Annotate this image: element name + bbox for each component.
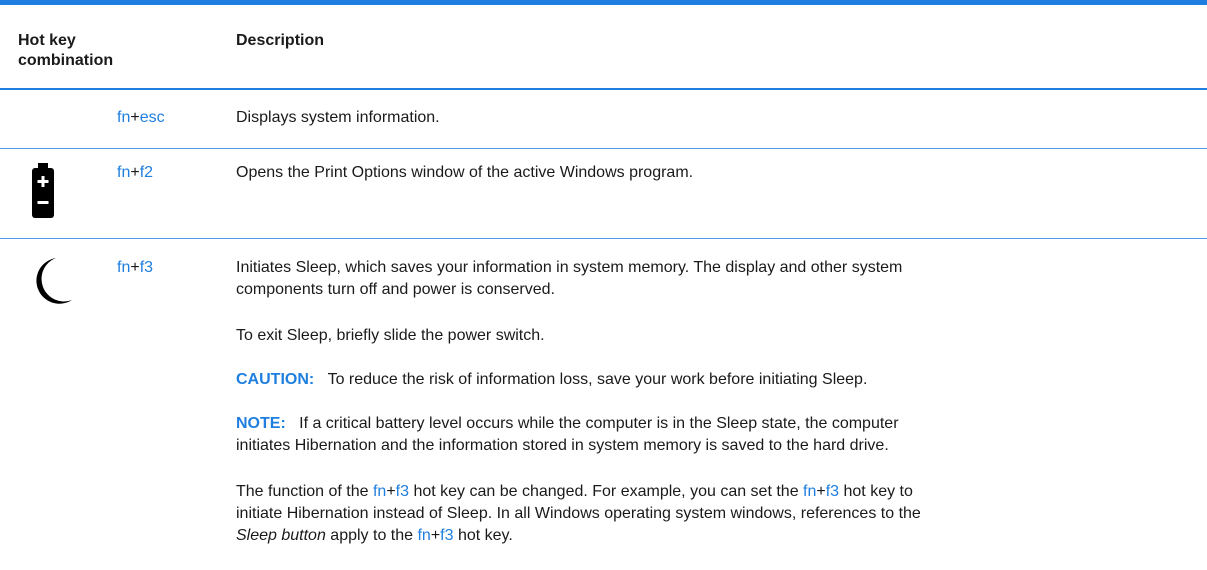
hotkey-link: fn: [372, 483, 387, 500]
row-divider: [0, 148, 1207, 149]
note: NOTE: If a critical battery level occurs…: [236, 415, 899, 454]
sleep-description: Initiates Sleep, which saves your inform…: [236, 259, 903, 298]
function-change-text: The function of the fn+f3 hot key can be…: [236, 483, 921, 544]
table-top-rule: [0, 0, 1207, 5]
battery-icon: [30, 163, 56, 219]
hotkey-fn-f2: fn+f2: [117, 164, 154, 181]
hotkey-fn-f3: fn+f3: [117, 259, 154, 276]
header-hotkey: Hot key combination: [18, 32, 114, 69]
row-description: Displays system information.: [236, 109, 440, 126]
exit-sleep-text: To exit Sleep, briefly slide the power s…: [236, 327, 545, 344]
header-description: Description: [236, 32, 325, 49]
caution-note: CAUTION: To reduce the risk of informati…: [236, 371, 868, 388]
hotkey-fn-esc: fn+esc: [117, 109, 165, 126]
note-label: NOTE:: [236, 415, 286, 432]
row-divider: [0, 238, 1207, 239]
caution-label: CAUTION:: [236, 371, 315, 388]
moon-icon: [34, 256, 74, 306]
row-description: Opens the Print Options window of the ac…: [236, 164, 694, 181]
header-rule: [0, 88, 1207, 90]
